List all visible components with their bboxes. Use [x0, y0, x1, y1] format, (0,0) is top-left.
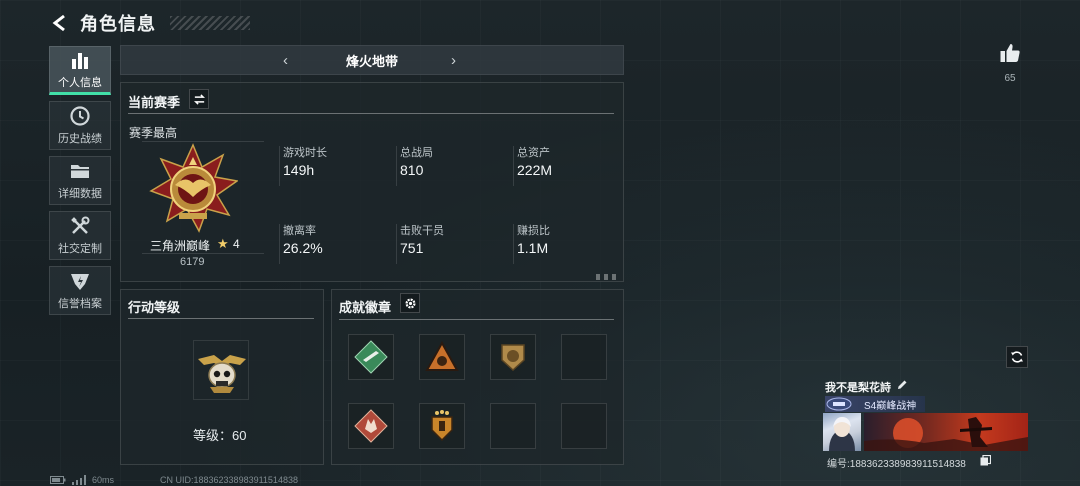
refresh-button[interactable] [1006, 346, 1028, 368]
level-emblem-frame [193, 340, 249, 400]
stat-value: 810 [400, 162, 424, 178]
stat-divider [396, 224, 397, 264]
tools-icon [71, 216, 90, 234]
level-panel-divider [128, 318, 314, 319]
level-text: 等级：60 [193, 428, 247, 443]
season-peak-label: 赛季最高 [129, 126, 178, 140]
like-count: 65 [1004, 73, 1016, 84]
skull-wings-emblem [198, 355, 246, 393]
stat-label: 总战局 [400, 147, 433, 159]
season-panel-title: 当前赛季 [128, 95, 181, 110]
thumbs-up-icon[interactable] [999, 42, 1021, 64]
stat-divider [279, 224, 280, 264]
gear-icon [404, 297, 416, 309]
stat-value: 26.2% [283, 240, 323, 256]
corner-decoration [596, 274, 620, 280]
achievement-panel-divider [339, 319, 614, 320]
folder-icon [71, 165, 89, 178]
achievement-badge[interactable] [419, 334, 465, 380]
achievement-panel-title: 成就徽章 [339, 300, 392, 315]
shield-icon [71, 274, 89, 290]
star-icon: ★ [217, 236, 229, 251]
mode-selector: ‹ 烽火地带 › [120, 45, 624, 75]
achievement-badge-empty[interactable] [561, 403, 607, 449]
clock-icon [70, 106, 90, 126]
season-switch-button[interactable] [189, 89, 209, 109]
badge-orange-triangle-icon [425, 340, 459, 371]
badge-bronze-lion-icon [501, 344, 525, 372]
stat-label: 击败干员 [400, 225, 444, 237]
side-navigation: 个人信息 历史战绩 详细数据 社交定制 信誉档案 [49, 46, 111, 321]
achievement-badge[interactable] [419, 403, 465, 449]
stat-value: 1.1M [517, 240, 549, 256]
battery-icon [50, 476, 66, 484]
title-badge-text: S4巅峰战神 [864, 400, 917, 412]
chevron-left-icon[interactable]: ‹ [283, 52, 288, 69]
ping-text: 60ms [92, 475, 115, 485]
player-id: 编号:1883623389839115148​38 [827, 459, 966, 470]
stat-divider [513, 146, 514, 186]
achievement-badge[interactable] [348, 334, 394, 380]
achievement-badge[interactable] [348, 403, 394, 449]
pencil-icon[interactable] [896, 379, 908, 391]
status-bar: 60ms CN UID:1883623389839115148​38 [50, 474, 298, 486]
copy-icon[interactable] [980, 455, 991, 466]
page-header: 角色信息 [50, 10, 250, 36]
badge-stars-shield-icon [431, 410, 453, 442]
achievement-badge[interactable] [490, 334, 536, 380]
nav-item-label: 历史战绩 [58, 133, 102, 145]
stat-value: 222M [517, 162, 553, 178]
stat-value: 751 [400, 240, 424, 256]
name-card-art [864, 417, 1028, 451]
rank-stars-count: 4 [233, 237, 240, 251]
nav-item-label: 信誉档案 [58, 298, 102, 310]
stat-label: 总资产 [517, 147, 550, 159]
stat-value: 149h [283, 162, 315, 178]
avatar-portrait [829, 417, 855, 451]
signal-icon [72, 475, 86, 485]
title-decoration [170, 16, 250, 30]
level-panel-title: 行动等级 [128, 300, 181, 315]
mode-name: 烽火地带 [345, 53, 398, 69]
nav-item-detail-data[interactable]: 详细数据 [49, 156, 111, 205]
stat-divider [396, 146, 397, 186]
chevron-right-icon[interactable]: › [451, 52, 456, 69]
stat-divider [279, 146, 280, 186]
title-badge: S4巅峰战神 [825, 396, 925, 412]
stat-label: 撤离率 [283, 225, 316, 237]
season-panel-divider [128, 113, 614, 114]
avatar[interactable] [823, 413, 861, 451]
nav-item-social[interactable]: 社交定制 [49, 211, 111, 260]
title-badge-logo-icon [826, 397, 852, 411]
stat-label: 赚损比 [517, 225, 550, 237]
achievement-badge-empty[interactable] [561, 334, 607, 380]
bar-chart-icon [72, 53, 88, 69]
nav-item-history[interactable]: 历史战绩 [49, 101, 111, 150]
like-group: 65 [996, 42, 1024, 84]
name-card-banner[interactable] [864, 413, 1028, 451]
stat-label: 游戏时长 [283, 147, 327, 159]
page-title: 角色信息 [80, 14, 156, 34]
peak-rank-emblem [149, 143, 238, 233]
uid-text: CN UID:1883623389839115148​38 [160, 475, 298, 485]
refresh-icon [1011, 351, 1023, 363]
nav-item-reputation[interactable]: 信誉档案 [49, 266, 111, 315]
nav-item-label: 个人信息 [58, 77, 102, 89]
nav-item-personal-info[interactable]: 个人信息 [49, 46, 111, 95]
nav-item-label: 详细数据 [58, 188, 102, 200]
badge-red-wolf-icon [354, 409, 388, 443]
achievement-settings-button[interactable] [400, 293, 420, 313]
rank-score: 6179 [180, 256, 205, 268]
nav-item-label: 社交定制 [58, 243, 102, 255]
badge-green-rifle-icon [354, 340, 388, 374]
rank-name: 三角洲巅峰 [150, 239, 211, 253]
stat-divider [513, 224, 514, 264]
swap-icon [193, 93, 205, 105]
player-name: 我不是梨花詩 [825, 382, 891, 394]
achievement-badge-empty[interactable] [490, 403, 536, 449]
back-arrow-icon[interactable] [50, 13, 70, 33]
